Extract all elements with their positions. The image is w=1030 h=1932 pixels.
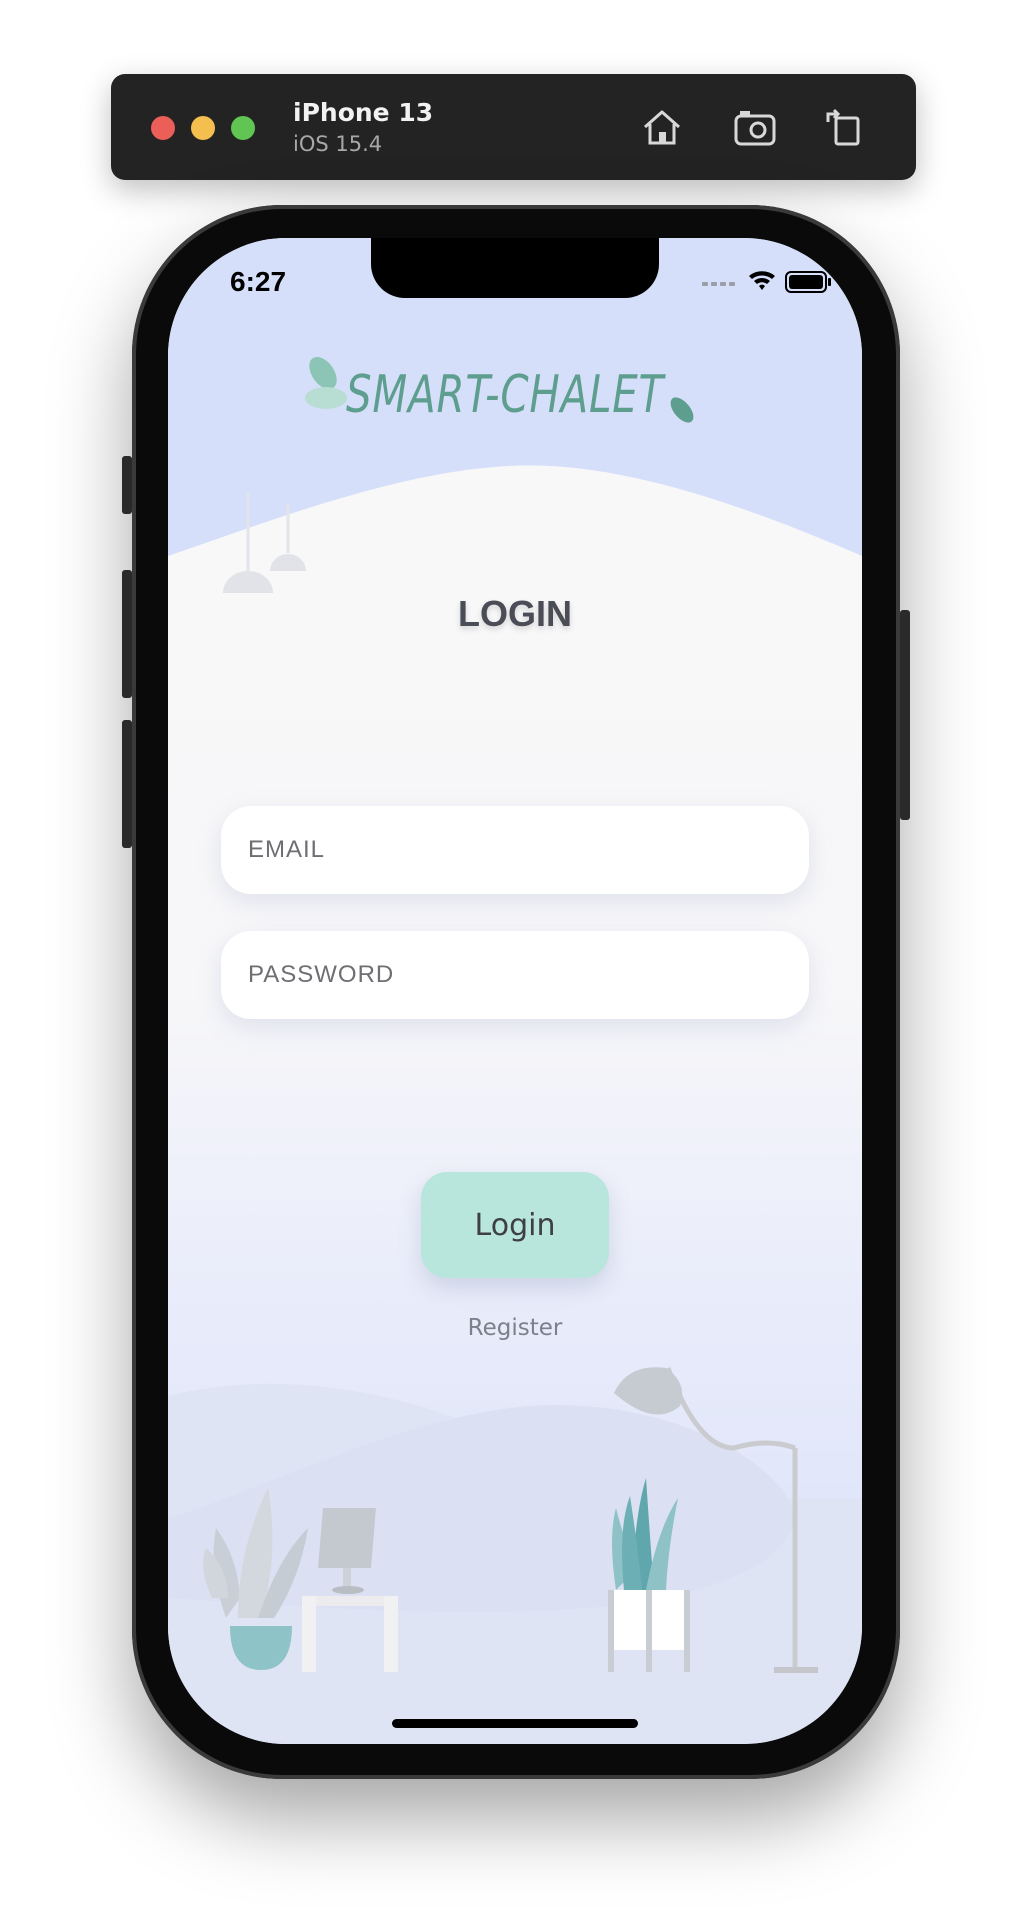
page-title: LOGIN [458,593,572,634]
zoom-window-button[interactable] [231,116,255,140]
minimize-window-button[interactable] [191,116,215,140]
phone-screen: 6:27 SMART-CHALET LOGIN EMAIL PASSWORD L… [168,238,862,1744]
screenshot-icon[interactable] [728,100,782,154]
rotate-icon[interactable] [816,100,870,154]
wifi-icon [749,271,775,290]
os-version: iOS 15.4 [293,132,383,156]
device-name: iPhone 13 [293,98,434,127]
home-icon[interactable] [635,100,689,154]
room-illustration [168,1367,862,1744]
home-indicator[interactable] [392,1719,638,1728]
volume-down-button [122,720,132,848]
status-icons [702,271,831,293]
mute-switch [122,456,132,514]
password-field[interactable]: PASSWORD [221,931,809,1019]
smart-chalet-logo: SMART-CHALET [305,356,694,425]
device-notch [371,238,659,298]
simulator-toolbar: iPhone 13 iOS 15.4 [111,74,916,180]
login-button[interactable]: Login [421,1172,609,1278]
hanging-lamps-illustration [223,493,306,593]
volume-up-button [122,570,132,698]
close-window-button[interactable] [151,116,175,140]
power-button [900,610,910,820]
cellular-icon [702,282,735,286]
battery-icon [785,271,831,293]
status-time: 6:27 [230,266,287,297]
svg-text:SMART-CHALET: SMART-CHALET [346,365,667,425]
email-field[interactable]: EMAIL [221,806,809,894]
